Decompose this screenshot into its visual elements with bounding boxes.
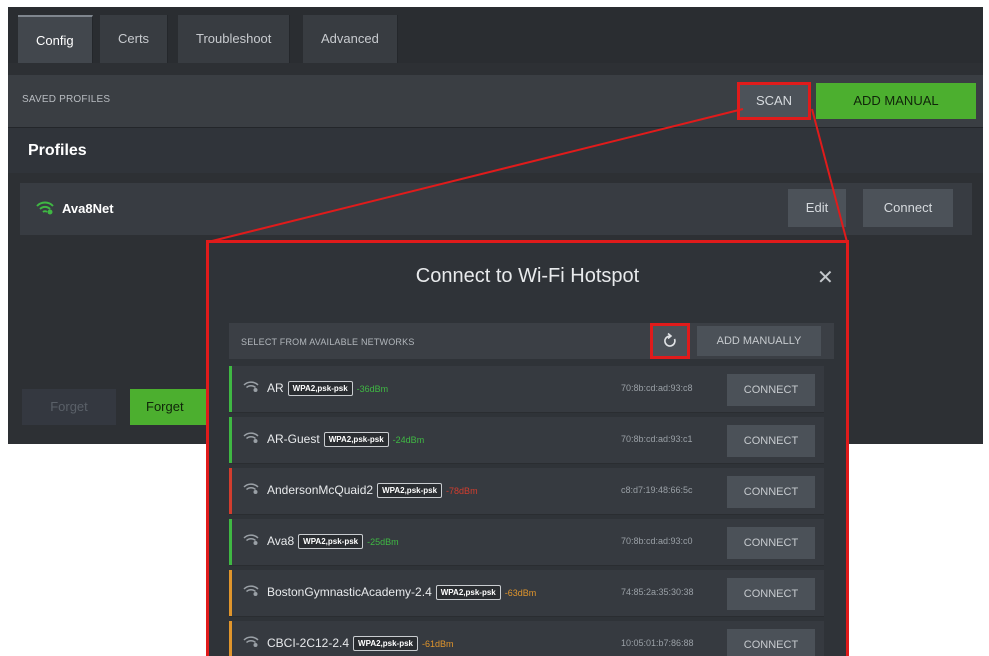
connect-button[interactable]: CONNECT: [727, 425, 815, 457]
signal-strength-bar: [229, 519, 232, 565]
mac-address: 70:8b:cd:ad:93:c0: [621, 536, 693, 546]
add-manually-button[interactable]: ADD MANUALLY: [697, 326, 821, 356]
network-ssid: BostonGymnasticAcademy-2.4: [267, 585, 432, 599]
tab-troubleshoot[interactable]: Troubleshoot: [178, 15, 291, 63]
tab-certs[interactable]: Certs: [100, 15, 169, 63]
signal-strength-bar: [229, 570, 232, 616]
tab-advanced[interactable]: Advanced: [303, 15, 398, 63]
network-row[interactable]: CBCI-2C12-2.4 WPA2,psk-psk -61dBm 10:05:01:…: [229, 621, 824, 656]
saved-profiles-label: SAVED PROFILES: [22, 94, 111, 105]
wifi-icon: [243, 380, 259, 398]
security-badge: WPA2,psk-psk: [287, 381, 353, 396]
profile-row[interactable]: Ava8Net Edit Connect: [20, 183, 972, 235]
tab-bar: Config Certs Troubleshoot Advanced: [8, 7, 983, 63]
network-ssid: Ava8: [267, 534, 295, 548]
network-row[interactable]: BostonGymnasticAcademy-2.4 WPA2,psk-psk -6…: [229, 570, 824, 617]
wifi-connect-dialog: Connect to Wi-Fi Hotspot ✕ SELECT FROM A…: [206, 240, 849, 656]
mac-address: 74:85:2a:35:30:38: [621, 587, 694, 597]
profiles-header: Profiles: [8, 127, 983, 173]
network-ssid: AR: [267, 381, 284, 395]
network-info: Ava8 WPA2,psk-psk -25dBm: [267, 534, 399, 549]
network-row[interactable]: AR WPA2,psk-psk -36dBm 70:8b:cd:ad:93:c8 CON…: [229, 366, 824, 413]
network-ssid: AR-Guest: [267, 432, 320, 446]
signal-strength-bar: [229, 621, 232, 656]
wifi-icon: [36, 201, 54, 220]
security-badge: WPA2,psk-psk: [377, 483, 443, 498]
signal-strength: -63dBm: [504, 588, 537, 598]
profile-name: Ava8Net: [62, 201, 114, 216]
wifi-icon: [243, 482, 259, 500]
dialog-title: Connect to Wi-Fi Hotspot: [415, 265, 640, 287]
connect-button[interactable]: CONNECT: [727, 527, 815, 559]
network-info: AR WPA2,psk-psk -36dBm: [267, 381, 388, 396]
edit-button[interactable]: Edit: [788, 189, 846, 227]
network-info: CBCI-2C12-2.4 WPA2,psk-psk -61dBm: [267, 636, 454, 651]
security-badge: WPA2,psk-psk: [435, 585, 501, 600]
connect-button[interactable]: CONNECT: [727, 476, 815, 508]
connect-button[interactable]: CONNECT: [727, 578, 815, 610]
network-list: AR WPA2,psk-psk -36dBm 70:8b:cd:ad:93:c8 CON…: [229, 366, 834, 656]
security-badge: WPA2,psk-psk: [323, 432, 389, 447]
signal-strength-bar: [229, 417, 232, 463]
refresh-icon: [664, 332, 676, 347]
network-ssid: AndersonMcQuaid2: [267, 483, 374, 497]
network-info: AndersonMcQuaid2 WPA2,psk-psk -78dBm: [267, 483, 478, 498]
refresh-button[interactable]: [650, 323, 690, 359]
network-ssid: CBCI-2C12-2.4: [267, 636, 350, 650]
signal-strength: -61dBm: [422, 639, 454, 649]
profiles-title: Profiles: [28, 142, 87, 159]
network-info: AR-Guest WPA2,psk-psk -24dBm: [267, 432, 424, 447]
wifi-icon: [243, 431, 259, 449]
wifi-icon: [243, 635, 259, 653]
network-row[interactable]: AndersonMcQuaid2 WPA2,psk-psk -78dBm c8:d7:…: [229, 468, 824, 515]
forget-button-disabled: Forget: [22, 389, 116, 425]
saved-profiles-bar: SAVED PROFILES SCAN ADD MANUAL: [8, 75, 983, 127]
signal-strength: -24dBm: [392, 435, 425, 445]
network-row[interactable]: Ava8 WPA2,psk-psk -25dBm 70:8b:cd:ad:93:c0 C…: [229, 519, 824, 566]
signal-strength: -36dBm: [356, 384, 389, 394]
scan-button[interactable]: SCAN: [737, 82, 811, 120]
add-manual-button[interactable]: ADD MANUAL: [816, 83, 976, 119]
available-networks-label: SELECT FROM AVAILABLE NETWORKS: [241, 337, 415, 347]
close-icon[interactable]: ✕: [817, 265, 834, 290]
connect-button[interactable]: Connect: [863, 189, 953, 227]
signal-strength-bar: [229, 366, 232, 412]
connect-button[interactable]: CONNECT: [727, 374, 815, 406]
signal-strength: -25dBm: [367, 537, 399, 547]
wifi-icon: [243, 584, 259, 602]
network-row[interactable]: AR-Guest WPA2,psk-psk -24dBm 70:8b:cd:ad:93…: [229, 417, 824, 464]
network-info: BostonGymnasticAcademy-2.4 WPA2,psk-psk -6…: [267, 585, 536, 600]
signal-strength-bar: [229, 468, 232, 514]
tab-config[interactable]: Config: [18, 15, 93, 63]
mac-address: 70:8b:cd:ad:93:c1: [621, 434, 693, 444]
available-networks-bar: SELECT FROM AVAILABLE NETWORKS ADD MANUA…: [229, 323, 834, 359]
mac-address: 10:05:01:b7:86:88: [621, 638, 694, 648]
mac-address: 70:8b:cd:ad:93:c8: [621, 383, 693, 393]
wifi-icon: [243, 533, 259, 551]
connect-button[interactable]: CONNECT: [727, 629, 815, 656]
signal-strength: -78dBm: [446, 486, 478, 496]
security-badge: WPA2,psk-psk: [298, 534, 364, 549]
mac-address: c8:d7:19:48:66:5c: [621, 485, 693, 495]
security-badge: WPA2,psk-psk: [353, 636, 419, 651]
